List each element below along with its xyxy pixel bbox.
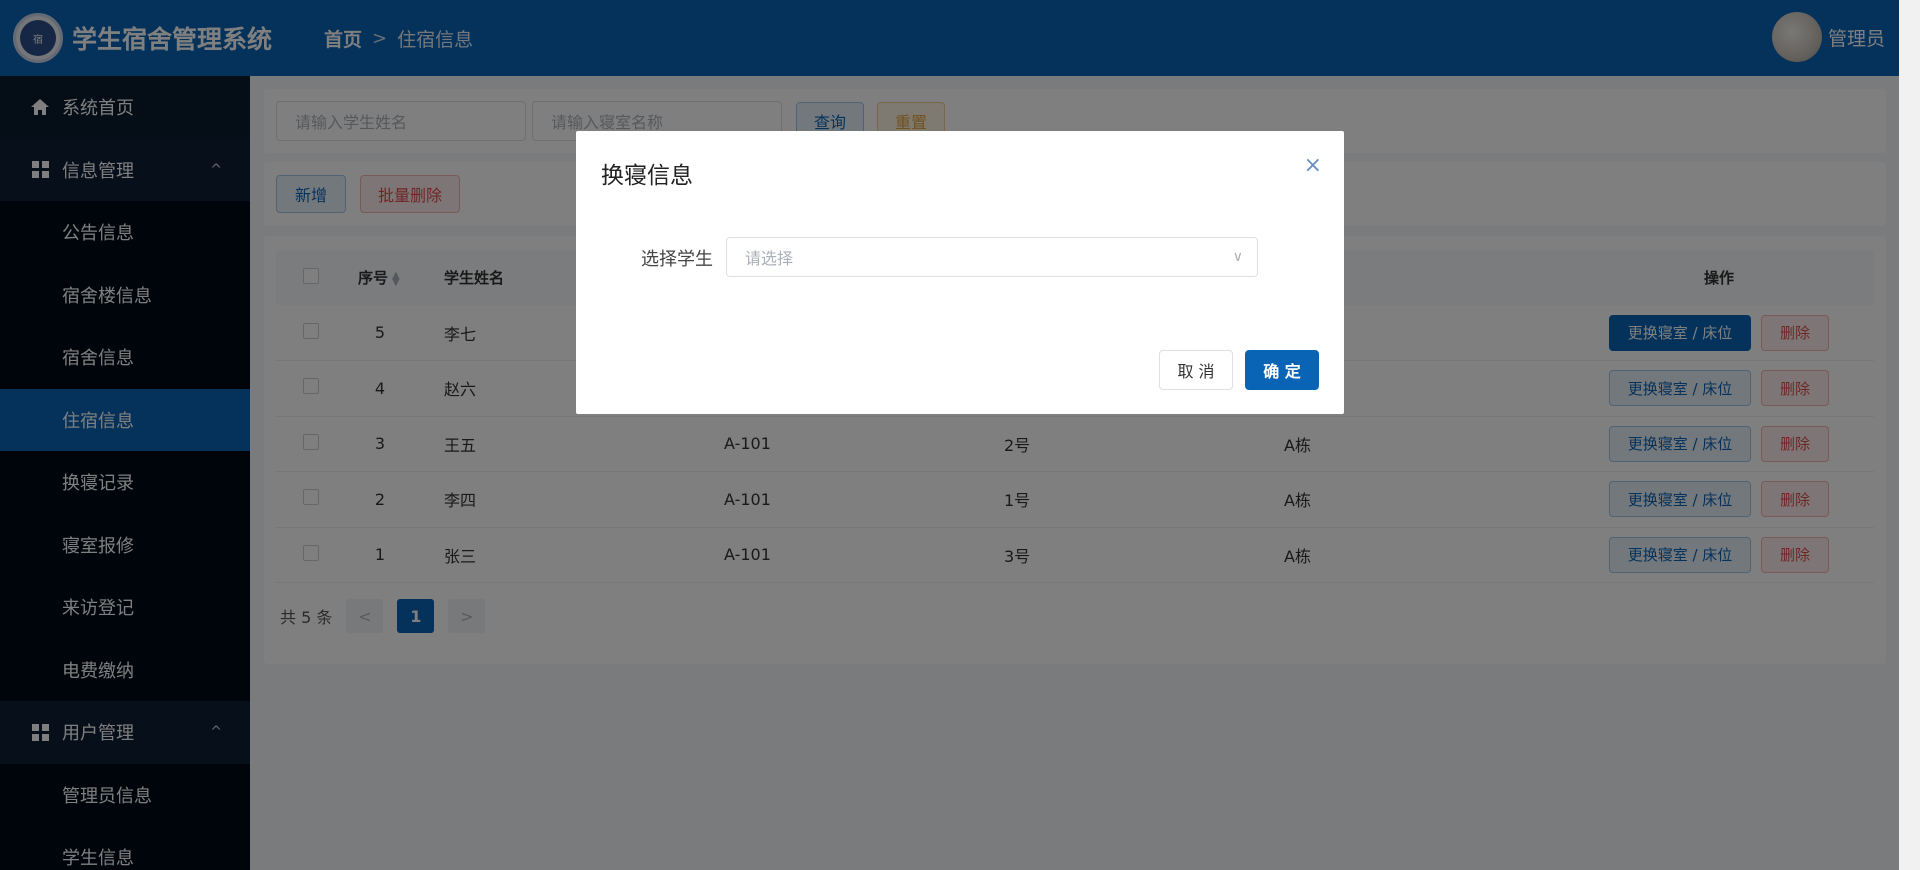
- cancel-button[interactable]: 取 消: [1159, 350, 1233, 390]
- dialog-title: 换寝信息: [601, 163, 693, 189]
- page-scrollbar[interactable]: [1899, 0, 1920, 870]
- select-placeholder: 请选择: [745, 249, 794, 268]
- room-change-dialog: 换寝信息 × 选择学生 请选择 ∨ 取 消 确 定: [576, 131, 1344, 414]
- confirm-button[interactable]: 确 定: [1245, 350, 1319, 390]
- chevron-down-icon: ∨: [1232, 249, 1243, 265]
- select-student-label: 选择学生: [641, 249, 713, 270]
- close-icon[interactable]: ×: [1304, 153, 1322, 178]
- select-student-dropdown[interactable]: 请选择 ∨: [726, 237, 1258, 277]
- app: 宿 学生宿舍管理系统 首页 > 住宿信息 管理员 系统首页 信息管理 ^ 公告信…: [0, 0, 1920, 870]
